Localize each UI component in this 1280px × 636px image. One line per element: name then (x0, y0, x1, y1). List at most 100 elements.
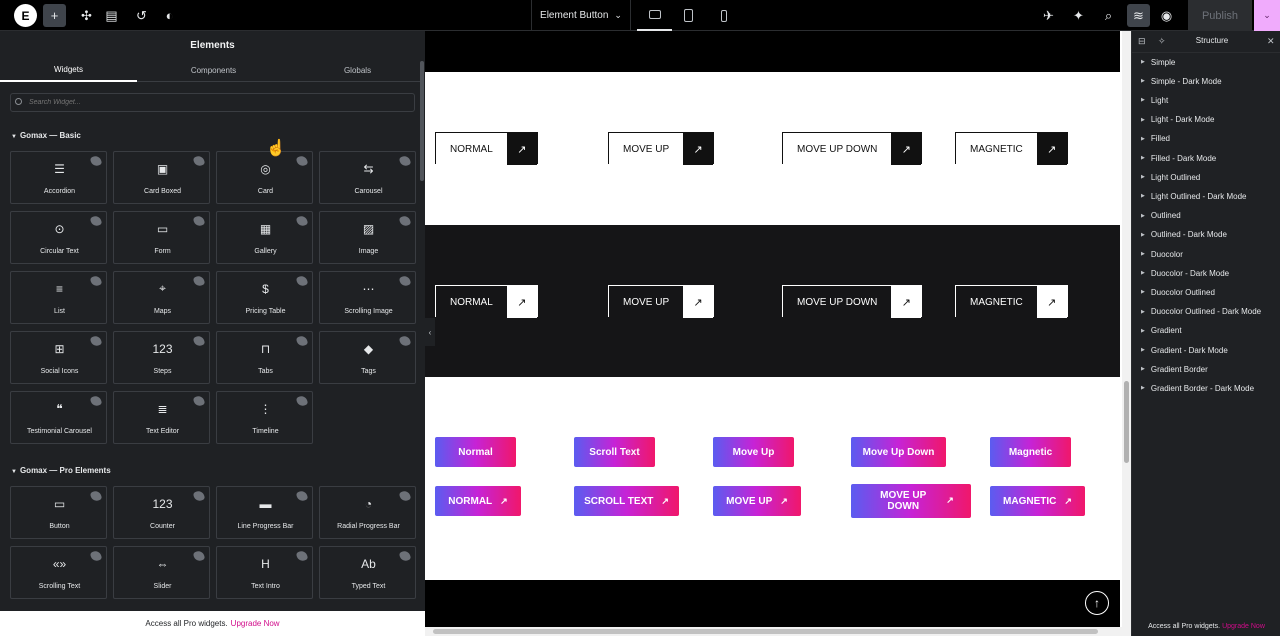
demo-button-dark[interactable]: MOVE UP DOWN ↗ (782, 285, 923, 318)
demo-button-light[interactable]: MOVE UP ↗ (608, 132, 715, 165)
widget-tile[interactable]: ⊓ Tabs (216, 331, 313, 384)
collapse-panel-chevron-icon[interactable]: ‹ (425, 318, 435, 346)
document-title-dropdown[interactable]: Element Button ⌄ (531, 0, 631, 31)
elementor-logo-icon[interactable]: E (14, 4, 37, 27)
demo-button-light[interactable]: NORMAL ↗ (435, 132, 538, 165)
gradient-button[interactable]: Scroll Text (574, 437, 655, 467)
ai-sparkle-icon[interactable]: ✦ (1067, 4, 1090, 27)
tab-components[interactable]: Components (145, 59, 282, 82)
structure-item[interactable]: ▶ Duocolor Outlined - Dark Mode (1141, 304, 1261, 320)
widget-tile[interactable]: ◔ Radial Progress Bar (319, 486, 416, 539)
structure-item[interactable]: ▶ Outlined (1141, 208, 1181, 224)
widget-tile[interactable]: ▦ Gallery (216, 211, 313, 264)
theme-style-icon[interactable]: ◐ (158, 4, 181, 27)
widget-tile[interactable]: ❝ Testimonial Carousel (10, 391, 107, 444)
widget-tile[interactable]: ⊙ Circular Text (10, 211, 107, 264)
structure-item[interactable]: ▶ Filled - Dark Mode (1141, 150, 1216, 166)
structure-item[interactable]: ▶ Light - Dark Mode (1141, 112, 1214, 128)
widget-tile[interactable]: 123 Steps (113, 331, 210, 384)
widget-tile[interactable]: ⊞ Social Icons (10, 331, 107, 384)
gradient-button[interactable]: MOVE UP ↗ (713, 486, 801, 516)
structure-item[interactable]: ▶ Gradient Border (1141, 361, 1208, 377)
gradient-button[interactable]: Move Up Down (851, 437, 946, 467)
magic-icon[interactable]: ✧ (1158, 36, 1166, 47)
gradient-button[interactable]: SCROLL TEXT ↗ (574, 486, 679, 516)
widget-tile[interactable]: ▬ Line Progress Bar (216, 486, 313, 539)
gradient-button[interactable]: Normal (435, 437, 516, 467)
structure-item[interactable]: ▶ Simple (1141, 54, 1175, 70)
publish-options-chevron-icon[interactable]: ⌄ (1254, 0, 1280, 31)
mobile-view-button[interactable] (706, 0, 741, 31)
widget-tile[interactable]: ◆ Tags (319, 331, 416, 384)
demo-button-light[interactable]: MAGNETIC ↗ (955, 132, 1068, 165)
demo-button-dark[interactable]: NORMAL ↗ (435, 285, 538, 318)
add-icon[interactable]: + (43, 4, 66, 27)
widget-tile[interactable]: ≡ List (10, 271, 107, 324)
widget-tile[interactable]: ⇔ Slider (113, 546, 210, 599)
structure-move-icon[interactable]: ✣ (75, 4, 98, 27)
widget-tile[interactable]: ▭ Form (113, 211, 210, 264)
layers-icon[interactable]: ≋ (1127, 4, 1150, 27)
scroll-to-top-button[interactable]: ↑ (1085, 591, 1109, 615)
widget-tile[interactable]: ▨ Image (319, 211, 416, 264)
structure-item[interactable]: ▶ Light Outlined (1141, 169, 1200, 185)
widget-tile[interactable]: ☰ Accordion (10, 151, 107, 204)
page-settings-icon[interactable]: ▤ (100, 4, 123, 27)
widget-tile[interactable]: ◎ Card (216, 151, 313, 204)
widget-tile[interactable]: Ab Typed Text (319, 546, 416, 599)
widget-tile[interactable]: ⋯ Scrolling Image (319, 271, 416, 324)
widget-tile[interactable]: ▣ Card Boxed (113, 151, 210, 204)
category-header[interactable]: ▼ Gomax — Pro Elements (11, 466, 111, 475)
widget-tile[interactable]: «» Scrolling Text (10, 546, 107, 599)
demo-button-light[interactable]: MOVE UP DOWN ↗ (782, 132, 923, 165)
desktop-icon (648, 10, 661, 19)
category-header[interactable]: ▼ Gomax — Basic (11, 131, 81, 140)
tablet-view-button[interactable] (671, 0, 706, 31)
arrow-up-right-icon: ↗ (891, 286, 922, 318)
gradient-button[interactable]: MOVE UP DOWN ↗ (851, 484, 971, 518)
search-icon[interactable]: ⌕ (1097, 4, 1120, 27)
demo-button-dark[interactable]: MOVE UP ↗ (608, 285, 715, 318)
close-icon[interactable]: ✕ (1267, 36, 1275, 47)
preview-eye-icon[interactable]: ◉ (1155, 4, 1178, 27)
widget-tile[interactable]: ≣ Text Editor (113, 391, 210, 444)
tab-globals[interactable]: Globals (290, 59, 425, 82)
structure-item[interactable]: ▶ Gradient (1141, 323, 1182, 339)
rocket-icon[interactable]: ✈ (1037, 4, 1060, 27)
widget-tile[interactable]: ⌖ Maps (113, 271, 210, 324)
demo-button-dark[interactable]: MAGNETIC ↗ (955, 285, 1068, 318)
history-icon[interactable]: ↺ (130, 4, 153, 27)
widget-tile[interactable]: ⇆ Carousel (319, 151, 416, 204)
gradient-button[interactable]: NORMAL ↗ (435, 486, 521, 516)
structure-item[interactable]: ▶ Gradient - Dark Mode (1141, 342, 1228, 358)
widget-tile[interactable]: ▭ Button (10, 486, 107, 539)
canvas-vertical-scrollbar[interactable] (1122, 31, 1131, 636)
canvas-scroll-thumb[interactable] (1124, 381, 1129, 463)
widget-tile[interactable]: 123 Counter (113, 486, 210, 539)
structure-item[interactable]: ▶ Duocolor (1141, 246, 1183, 262)
upgrade-now-link[interactable]: Upgrade Now (1222, 623, 1265, 630)
desktop-view-button[interactable] (637, 0, 672, 31)
structure-item[interactable]: ▶ Duocolor Outlined (1141, 284, 1215, 300)
structure-item[interactable]: ▶ Outlined - Dark Mode (1141, 227, 1227, 243)
structure-item[interactable]: ▶ Light Outlined - Dark Mode (1141, 188, 1246, 204)
structure-item[interactable]: ▶ Duocolor - Dark Mode (1141, 265, 1229, 281)
pro-badge-icon (295, 394, 309, 408)
structure-item[interactable]: ▶ Simple - Dark Mode (1141, 73, 1222, 89)
upgrade-now-link[interactable]: Upgrade Now (231, 619, 280, 628)
search-widget-input[interactable] (10, 93, 415, 112)
gradient-button[interactable]: MAGNETIC ↗ (990, 486, 1085, 516)
widget-tile[interactable]: $ Pricing Table (216, 271, 313, 324)
structure-item[interactable]: ▶ Light (1141, 92, 1168, 108)
canvas-horizontal-thumb[interactable] (433, 629, 1098, 634)
widget-tile[interactable]: H Text Intro (216, 546, 313, 599)
panel-scrollbar[interactable] (420, 61, 424, 181)
tab-widgets[interactable]: Widgets (0, 59, 137, 82)
structure-item[interactable]: ▶ Filled (1141, 131, 1170, 147)
gradient-button[interactable]: Magnetic (990, 437, 1071, 467)
gradient-button[interactable]: Move Up (713, 437, 794, 467)
collapse-all-icon[interactable]: ⊟ (1138, 36, 1146, 47)
publish-button[interactable]: Publish (1188, 0, 1252, 31)
structure-item[interactable]: ▶ Gradient Border - Dark Mode (1141, 380, 1254, 396)
widget-tile[interactable]: ⋮ Timeline (216, 391, 313, 444)
